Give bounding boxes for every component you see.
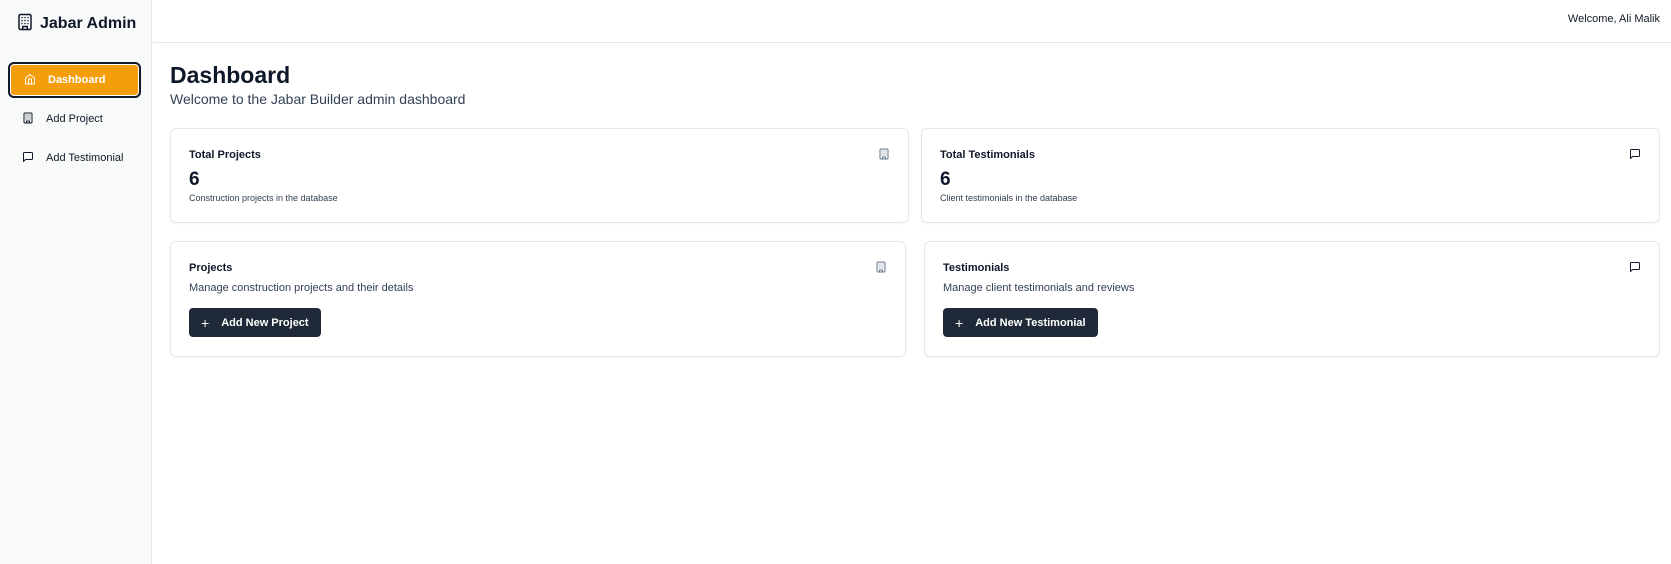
stat-label: Total Testimonials [940,149,1035,161]
building-icon [878,147,890,160]
stat-value: 6 [189,169,200,190]
page-title: Dashboard [170,62,291,88]
stat-description: Client testimonials in the database [940,193,1078,203]
welcome-text: Welcome, Ali Malik [1567,13,1660,25]
sidebar: Jabar Admin Dashboard Add Project Add Te… [0,0,152,564]
card-description: Manage client testimonials and reviews [943,282,1135,294]
message-square-icon [22,151,34,166]
top-bar: Welcome, Ali Malik [153,0,1671,43]
sidebar-item-add-project[interactable]: Add Project [8,101,141,137]
button-label: Add New Testimonial [975,316,1086,329]
building-icon [16,13,34,36]
brand[interactable]: Jabar Admin [16,13,137,36]
plus-icon: + [955,314,964,331]
projects-card: Projects Manage construction projects an… [170,241,906,357]
plus-icon: + [201,314,210,331]
sidebar-item-add-testimonial[interactable]: Add Testimonial [8,140,141,176]
sidebar-item-label: Add Testimonial [46,152,124,164]
stat-label: Total Projects [189,149,261,161]
card-title: Projects [189,262,233,274]
card-description: Manage construction projects and their d… [189,282,414,294]
add-new-testimonial-button[interactable]: + Add New Testimonial [943,308,1098,337]
stat-value: 6 [940,169,951,190]
sidebar-item-label: Dashboard [48,74,106,86]
card-title: Testimonials [943,262,1010,274]
sidebar-item-label: Add Project [46,113,103,125]
page-subtitle: Welcome to the Jabar Builder admin dashb… [170,91,466,107]
building-icon [22,112,34,127]
total-projects-card: Total Projects 6 Construction projects i… [170,128,909,223]
stat-description: Construction projects in the database [189,193,338,203]
message-square-icon [1629,147,1641,159]
home-icon [24,73,36,88]
message-square-icon [1629,260,1641,272]
sidebar-item-dashboard[interactable]: Dashboard [8,62,141,98]
building-icon [875,260,887,273]
testimonials-card: Testimonials Manage client testimonials … [924,241,1660,357]
add-new-project-button[interactable]: + Add New Project [189,308,321,337]
total-testimonials-card: Total Testimonials 6 Client testimonials… [921,128,1660,223]
button-label: Add New Project [221,316,309,329]
brand-title: Jabar Admin [40,15,137,32]
